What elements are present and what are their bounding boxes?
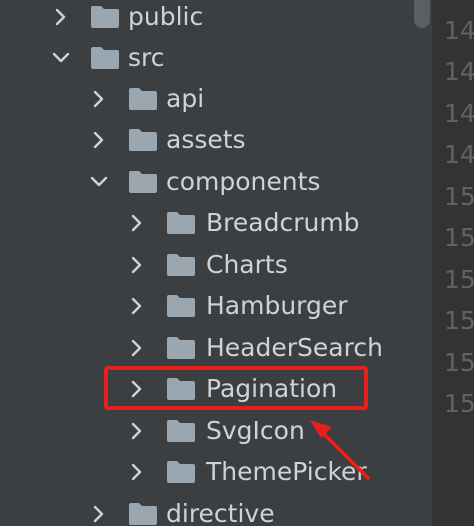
folder-icon — [166, 419, 196, 443]
tree-item-label: api — [166, 84, 205, 113]
highlight-box — [104, 366, 368, 410]
tree-item-label: components — [166, 167, 321, 196]
tree-item-label: public — [128, 2, 204, 31]
tree-item-label: ThemePicker — [206, 457, 367, 486]
folder-icon — [128, 128, 158, 152]
line-number: 14 — [444, 16, 474, 45]
folder-icon — [128, 170, 158, 194]
folder-icon — [166, 253, 196, 277]
tree-item-breadcrumb[interactable]: Breadcrumb — [0, 202, 432, 243]
line-number: 15 — [444, 306, 474, 335]
tree-item-themepicker[interactable]: ThemePicker — [0, 451, 432, 492]
chevron-right-icon[interactable] — [88, 129, 110, 151]
folder-icon — [166, 460, 196, 484]
tree-item-label: assets — [166, 125, 246, 154]
chevron-right-icon[interactable] — [126, 295, 148, 317]
folder-icon — [166, 294, 196, 318]
line-number: 15 — [444, 182, 474, 211]
line-number: 14 — [444, 140, 474, 169]
folder-icon — [128, 87, 158, 111]
tree-item-label: SvgIcon — [206, 416, 305, 445]
tree-item-svgicon[interactable]: SvgIcon — [0, 410, 432, 451]
tree-item-label: Hamburger — [206, 291, 348, 320]
chevron-down-icon[interactable] — [88, 171, 110, 193]
chevron-right-icon[interactable] — [126, 420, 148, 442]
tree-item-public[interactable]: public — [0, 0, 432, 37]
line-number-gutter: 14 14 14 14 15 15 15 15 15 15 — [432, 0, 474, 526]
folder-icon — [166, 211, 196, 235]
chevron-right-icon[interactable] — [126, 254, 148, 276]
line-number: 14 — [444, 57, 474, 86]
chevron-right-icon[interactable] — [126, 212, 148, 234]
chevron-right-icon[interactable] — [126, 337, 148, 359]
tree-item-label: HeaderSearch — [206, 333, 383, 362]
folder-icon — [166, 336, 196, 360]
scrollbar-thumb[interactable] — [414, 0, 430, 28]
tree-item-label: Breadcrumb — [206, 208, 360, 237]
line-number: 14 — [444, 99, 474, 128]
tree-item-label: directive — [166, 499, 275, 526]
chevron-right-icon[interactable] — [88, 88, 110, 110]
ide-window: public src api assets components Breadcr… — [0, 0, 474, 526]
line-number: 15 — [444, 389, 474, 418]
project-tree: public src api assets components Breadcr… — [0, 0, 432, 526]
tree-item-components[interactable]: components — [0, 161, 432, 202]
tree-item-directive[interactable]: directive — [0, 493, 432, 526]
vertical-scrollbar[interactable] — [410, 0, 432, 526]
folder-icon — [90, 46, 120, 70]
line-number: 15 — [444, 265, 474, 294]
tree-item-src[interactable]: src — [0, 37, 432, 78]
tree-item-assets[interactable]: assets — [0, 119, 432, 160]
tree-item-api[interactable]: api — [0, 78, 432, 119]
line-number: 15 — [444, 223, 474, 252]
chevron-down-icon[interactable] — [50, 47, 72, 69]
chevron-right-icon[interactable] — [126, 461, 148, 483]
tree-item-hamburger[interactable]: Hamburger — [0, 285, 432, 326]
tree-item-headersearch[interactable]: HeaderSearch — [0, 327, 432, 368]
tree-item-charts[interactable]: Charts — [0, 244, 432, 285]
tree-item-label: src — [128, 43, 165, 72]
line-number: 15 — [444, 348, 474, 377]
chevron-right-icon[interactable] — [88, 503, 110, 525]
folder-icon — [90, 5, 120, 29]
tree-item-label: Charts — [206, 250, 288, 279]
chevron-right-icon[interactable] — [50, 6, 72, 28]
folder-icon — [128, 502, 158, 526]
